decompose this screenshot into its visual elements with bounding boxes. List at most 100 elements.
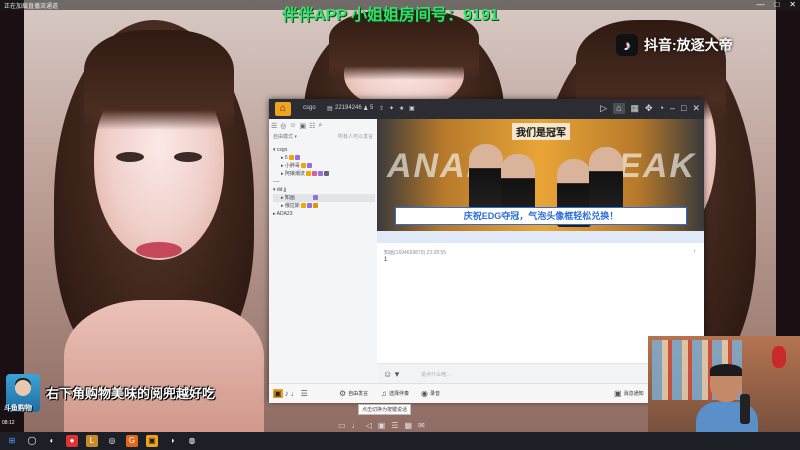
minimize-button[interactable]: —: [756, 0, 764, 9]
message-body: 1: [384, 257, 388, 263]
gamepad-emoji-icon[interactable]: ☺ ▾: [383, 369, 399, 380]
camera-tray-icon[interactable]: ▣: [378, 421, 386, 430]
app-close-icon[interactable]: ✕: [692, 103, 700, 114]
app-maximize-icon[interactable]: □: [681, 103, 686, 114]
app-icon-4[interactable]: ◎: [106, 435, 118, 447]
speak-mode-icon: ⚙: [339, 389, 347, 398]
camera-icon[interactable]: ◎: [280, 122, 286, 130]
clock-text: 08:12: [2, 420, 15, 426]
channel-name: csgo: [303, 105, 316, 111]
room-banner: 伴伴APP 小姐姐房间号：9191: [282, 7, 499, 24]
room-id: 22194246: [335, 105, 362, 111]
player-figure: [469, 144, 503, 212]
title-bar: ⌂ csgo ▤ 22194246 ♟ 5 ⇪ ✦ ★ ▣ ▷ ⌂ ▦ ✥ ◔ …: [269, 99, 704, 119]
app-icon-8[interactable]: ◍: [186, 435, 198, 447]
panel-icon[interactable]: ▦: [631, 103, 640, 114]
notify-icon: ▣: [614, 389, 622, 398]
info-icon[interactable]: ▣: [409, 105, 415, 112]
channel-sidebar: ☰ ◎ ☺ ▣ ☷ ⌕ 自由模式 ▾ 所有人可以发言 ▾ csgo ▸ 5 ▸ …: [269, 119, 378, 402]
message-header: 知画(1694669870) 23:28:55: [384, 250, 446, 256]
favorite-icon[interactable]: ★: [399, 105, 404, 112]
bottom-toolbar: ▣ ♪ ♩ ☰ ⚙ 自由发言 ♫ 选择伴奏 ◉ 录音 ▣ 消息通知: [269, 383, 704, 403]
search-taskbar-icon[interactable]: ◯: [26, 435, 38, 447]
avatar-icon[interactable]: ☺: [289, 122, 296, 130]
free-speak-button[interactable]: ⚙ 自由发言: [339, 389, 368, 398]
gift-tray-icon[interactable]: ✉: [418, 421, 425, 430]
edg-promo-banner[interactable]: ANAP PEAK 我们是冠军 庆祝EDG夺冠，气泡头像框轻松兑换！: [377, 119, 704, 231]
app-icon-6[interactable]: ▣: [146, 435, 158, 447]
user-icon: ♟: [363, 106, 369, 112]
music-icon: ♫: [381, 389, 387, 398]
message-settings-button[interactable]: ▣ 消息通知: [614, 389, 644, 398]
equalizer-icon[interactable]: ☰: [301, 389, 308, 398]
bottom-icon-group: ▣ ♪ ♩ ☰: [273, 389, 308, 398]
tree-node-ada23[interactable]: ▸ ADA23: [273, 210, 375, 218]
tree-user-aniang[interactable]: ▸ 阿娘潮流: [273, 170, 375, 178]
app-icon-1[interactable]: ◐: [46, 435, 58, 447]
grid-tray-icon[interactable]: ▦: [404, 421, 412, 430]
speak-permission: 所有人可以发言: [337, 134, 373, 140]
record-button[interactable]: ◉ 录音: [421, 389, 440, 398]
game-icon[interactable]: ✥: [645, 103, 653, 114]
mic-icon[interactable]: ♩: [291, 389, 299, 398]
tree-user-5[interactable]: ▸ 5: [273, 154, 375, 162]
start-icon[interactable]: ⊞: [6, 435, 18, 447]
banner-champion-text: 我们是冠军: [512, 123, 570, 140]
stream-panel-left: [24, 0, 274, 432]
share-icon[interactable]: ⇪: [379, 105, 384, 112]
speaker-icon[interactable]: ♪: [285, 389, 289, 398]
window-controls: — □ ✕: [756, 0, 796, 9]
banner-strip: [377, 231, 704, 243]
channel-tree: ▾ csgo ▸ 5 ▸ 小胖哥 ▸ 阿娘潮流 ---- ▾ dd.jj ▸ 知…: [273, 146, 375, 218]
media-tray: ▭ ♩ ◁ ▣ ☰ ▦ ✉: [338, 421, 425, 430]
screen-icon[interactable]: ▭: [338, 421, 346, 430]
record-icon: ◉: [421, 389, 428, 398]
tiktok-watermark: ♪ 抖音:放逐大帝: [616, 34, 733, 56]
video-icon[interactable]: ▷: [600, 103, 607, 114]
chat-tray-icon[interactable]: ☰: [391, 421, 398, 430]
app-minimize-icon[interactable]: –: [670, 103, 675, 114]
speak-mode-select[interactable]: 自由模式 ▾: [273, 133, 297, 140]
maximize-button[interactable]: □: [774, 0, 779, 9]
app-window-controls: ▷ ⌂ ▦ ✥ ◔ – □ ✕: [600, 103, 700, 114]
avatar-label: 斗鱼购物: [4, 405, 32, 412]
home-icon[interactable]: ⌂: [275, 102, 291, 116]
settings-icon[interactable]: ✦: [389, 105, 394, 112]
voice-chat-window: ⌂ csgo ▤ 22194246 ♟ 5 ⇪ ✦ ★ ▣ ▷ ⌂ ▦ ✥ ◔ …: [269, 99, 704, 403]
choose-music-button[interactable]: ♫ 选择伴奏: [381, 389, 409, 398]
promo-subtitle: 右下角购物美味的阅兜越好吃: [46, 386, 216, 401]
skin-icon[interactable]: ◔: [659, 103, 664, 114]
app-icon-3[interactable]: L: [86, 435, 98, 447]
tooltip: 点击切换为按键说话: [358, 404, 412, 415]
tiktok-account: 抖音:放逐大帝: [644, 37, 733, 53]
list-icon[interactable]: ☷: [309, 122, 315, 130]
lantern-icon: [772, 346, 786, 368]
tiktok-logo-icon: ♪: [616, 34, 638, 56]
home-tab-icon[interactable]: ⌂: [613, 103, 625, 114]
tree-user-elasi[interactable]: ▸ 俄拉斯: [273, 202, 375, 210]
microphone-icon: [740, 394, 750, 424]
mic-mode-icon[interactable]: ☰: [271, 122, 277, 130]
tree-node-ddjj[interactable]: ▾ dd.jj: [273, 186, 375, 194]
sidebar-toolbar: ☰ ◎ ☺ ▣ ☷ ⌕: [271, 122, 322, 130]
tree-node-csgo[interactable]: ▾ csgo: [273, 146, 375, 154]
banner-caption: 庆祝EDG夺冠，气泡头像框轻松兑换！: [395, 207, 687, 225]
app-icon-5[interactable]: G: [126, 435, 138, 447]
app-icon-7[interactable]: ◑: [166, 435, 178, 447]
edg-badge-icon[interactable]: ▣: [273, 389, 283, 398]
screen: 正在加载直播流通道 伴伴APP 小姐姐房间号：9191 — □ ✕ ♪ 抖音:放…: [0, 0, 800, 450]
close-button[interactable]: ✕: [789, 0, 796, 9]
message-input[interactable]: 说点什么吧...: [421, 371, 450, 378]
tree-user-zhihua[interactable]: ▸ 知画: [273, 194, 375, 202]
tree-user-xiaopang[interactable]: ▸ 小胖哥: [273, 162, 375, 170]
taskbar: ⊞ ◯ ◐ ● L ◎ G ▣ ◑ ◍: [0, 432, 800, 450]
search-icon[interactable]: ⌕: [318, 122, 322, 130]
pin-icon[interactable]: ↑: [693, 249, 696, 255]
user-count: 5: [370, 105, 374, 111]
app-icon-2[interactable]: ●: [66, 435, 78, 447]
volume-icon[interactable]: ◁: [366, 421, 372, 430]
mic-tray-icon[interactable]: ♩: [352, 421, 360, 430]
loading-text: 正在加载直播流通道: [4, 4, 59, 10]
player-figure: [589, 147, 623, 215]
lock-icon[interactable]: ▣: [300, 122, 307, 130]
